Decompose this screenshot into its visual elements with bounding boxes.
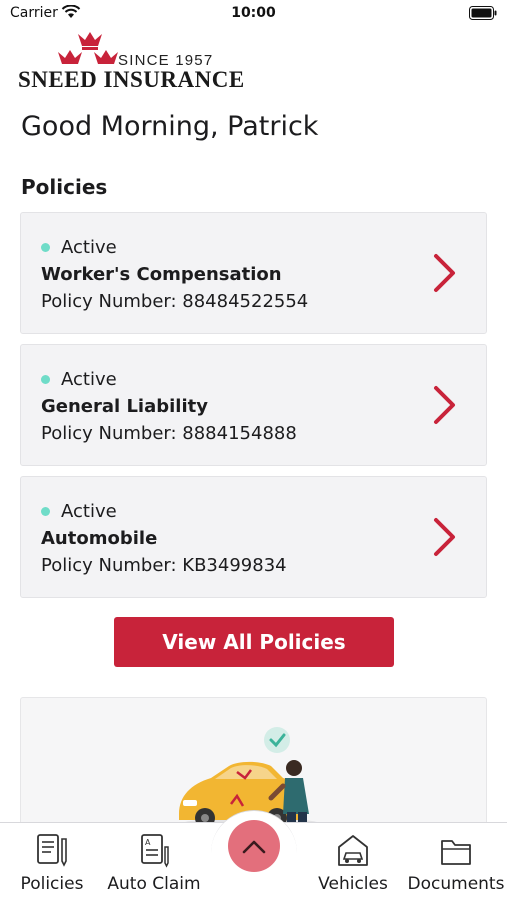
policy-name: General Liability [41,396,208,417]
svg-text:A: A [145,838,151,847]
tab-label: Vehicles [318,874,388,894]
tab-policies[interactable]: Policies [2,829,102,895]
tab-label: Auto Claim [107,874,201,894]
tab-vehicles[interactable]: Vehicles [303,829,403,895]
policy-status: Active [41,236,117,258]
expand-menu-button[interactable] [228,820,280,872]
sneed-insurance-logo: SINCE 1957 SNEED INSURANCE [18,32,253,94]
policy-status-label: Active [61,368,117,390]
claim-form-icon: A [141,834,169,868]
status-bar: Carrier 10:00 [0,0,507,28]
folder-icon [441,840,471,865]
tab-auto-claim[interactable]: A Auto Claim [104,829,204,895]
logo-name-text: SNEED INSURANCE [18,67,245,92]
policy-status: Active [41,368,117,390]
crown-icon [58,32,118,64]
document-pen-icon [37,834,67,867]
chevron-right-icon[interactable] [432,517,458,557]
clock: 10:00 [231,5,276,21]
active-status-dot [41,242,50,252]
view-all-policies-button[interactable]: View All Policies [114,617,394,667]
policies-section-title: Policies [21,175,108,199]
garage-car-icon [338,835,368,866]
policy-card-general-liability[interactable]: Active General Liability Policy Number: … [20,344,487,466]
policy-card-workers-compensation[interactable]: Active Worker's Compensation Policy Numb… [20,212,487,334]
policy-status: Active [41,500,117,522]
policy-card-automobile[interactable]: Active Automobile Policy Number: KB34998… [20,476,487,598]
chevron-up-icon [242,840,266,854]
chevron-right-icon[interactable] [432,385,458,425]
greeting-heading: Good Morning, Patrick [21,111,319,142]
policy-name: Automobile [41,528,158,549]
policy-name: Worker's Compensation [41,264,282,285]
policy-number: Policy Number: 8884154888 [41,423,297,444]
tab-label: Policies [20,874,84,894]
chevron-right-icon[interactable] [432,253,458,293]
policy-status-label: Active [61,236,117,258]
active-status-dot [41,374,50,384]
policy-number: Policy Number: 88484522554 [41,291,309,312]
battery-icon [469,6,497,20]
tab-documents[interactable]: Documents [406,829,506,895]
active-status-dot [41,506,50,516]
policy-number: Policy Number: KB3499834 [41,555,287,576]
policy-status-label: Active [61,500,117,522]
tab-label: Documents [407,874,505,894]
